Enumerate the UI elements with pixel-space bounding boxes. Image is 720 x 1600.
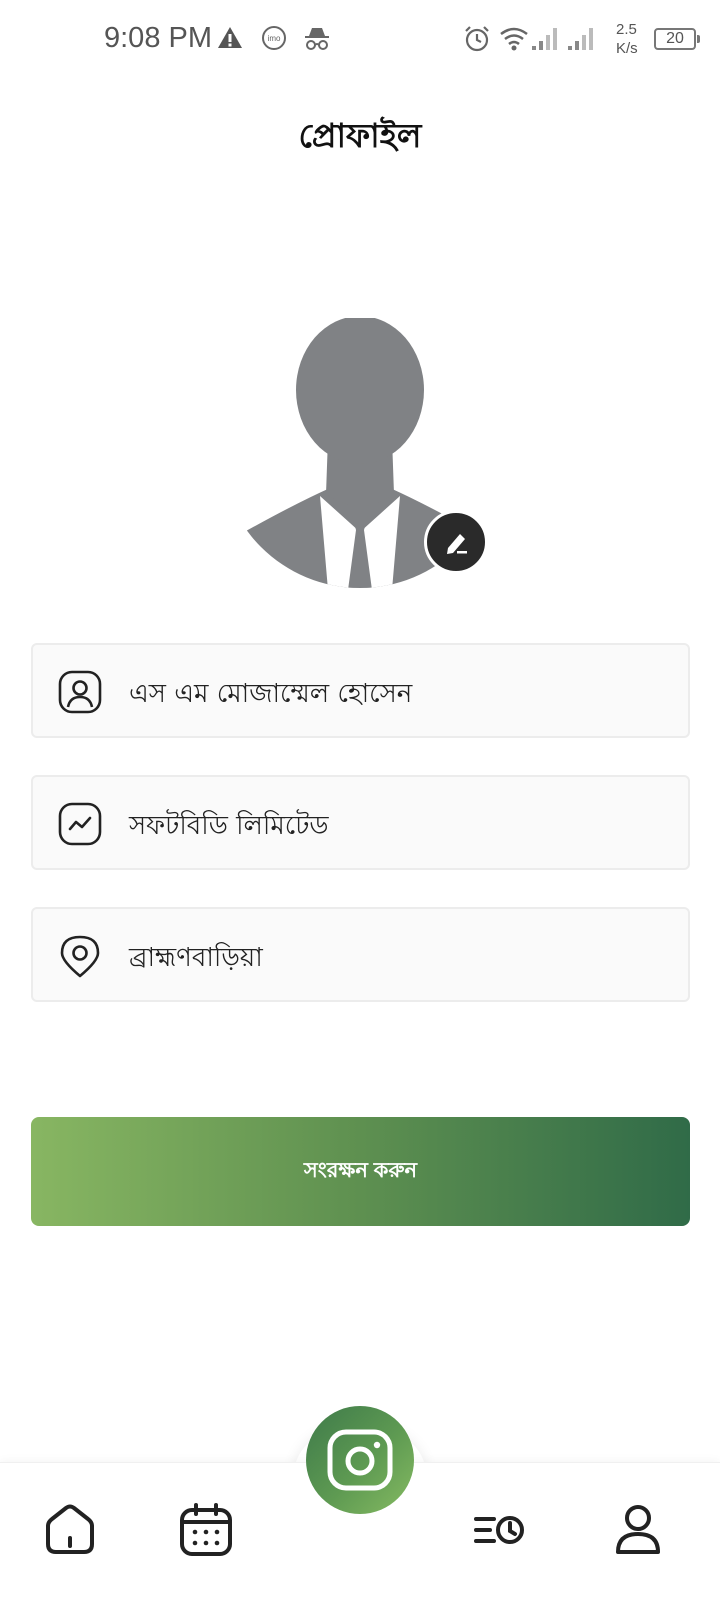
company-field[interactable]: সফটবিডি লিমিটেড xyxy=(31,775,690,870)
name-field[interactable]: এস এম মোজাম্মেল হোসেন xyxy=(31,643,690,738)
nav-calendar[interactable] xyxy=(176,1500,236,1560)
nav-profile[interactable] xyxy=(608,1500,668,1560)
company-value: সফটবিডি লিমিটেড xyxy=(129,811,329,841)
nav-home[interactable] xyxy=(40,1500,100,1560)
calendar-icon xyxy=(180,1503,232,1556)
network-speed-value: 2.5 xyxy=(616,21,637,38)
network-speed: 2.5 K/s xyxy=(616,20,638,58)
battery-indicator: 20 xyxy=(654,28,700,50)
imo-icon: imo xyxy=(260,24,288,56)
location-field[interactable]: ব্রাহ্মণবাড়িয়া xyxy=(31,907,690,1002)
network-speed-unit: K/s xyxy=(616,40,638,57)
warning-icon xyxy=(216,24,244,56)
edit-avatar-button[interactable] xyxy=(424,510,488,574)
activity-icon xyxy=(58,802,102,846)
status-time: 9:08 PM xyxy=(104,22,212,54)
svg-text:imo: imo xyxy=(268,34,281,43)
nav-history[interactable] xyxy=(470,1500,530,1560)
wifi-icon xyxy=(498,24,530,56)
name-value: এস এম মোজাম্মেল হোসেন xyxy=(129,679,413,709)
location-value: ব্রাহ্মণবাড়িয়া xyxy=(129,943,263,973)
page-title: প্রোফাইল xyxy=(298,116,422,155)
incognito-icon xyxy=(302,24,332,58)
save-button[interactable]: সংরক্ষন করুন xyxy=(31,1117,690,1226)
signal-icon xyxy=(530,24,560,56)
home-icon xyxy=(46,1504,94,1554)
camera-button[interactable] xyxy=(306,1406,414,1514)
camera-icon xyxy=(327,1429,393,1491)
profile-icon xyxy=(616,1505,660,1554)
alarm-icon xyxy=(462,24,492,58)
history-icon xyxy=(474,1516,524,1544)
user-icon xyxy=(58,670,102,714)
signal-icon xyxy=(566,24,596,56)
status-bar: 9:08 PM imo 2.5 K/s 20 xyxy=(0,0,720,80)
location-pin-icon xyxy=(60,935,100,978)
pencil-icon xyxy=(447,534,467,554)
